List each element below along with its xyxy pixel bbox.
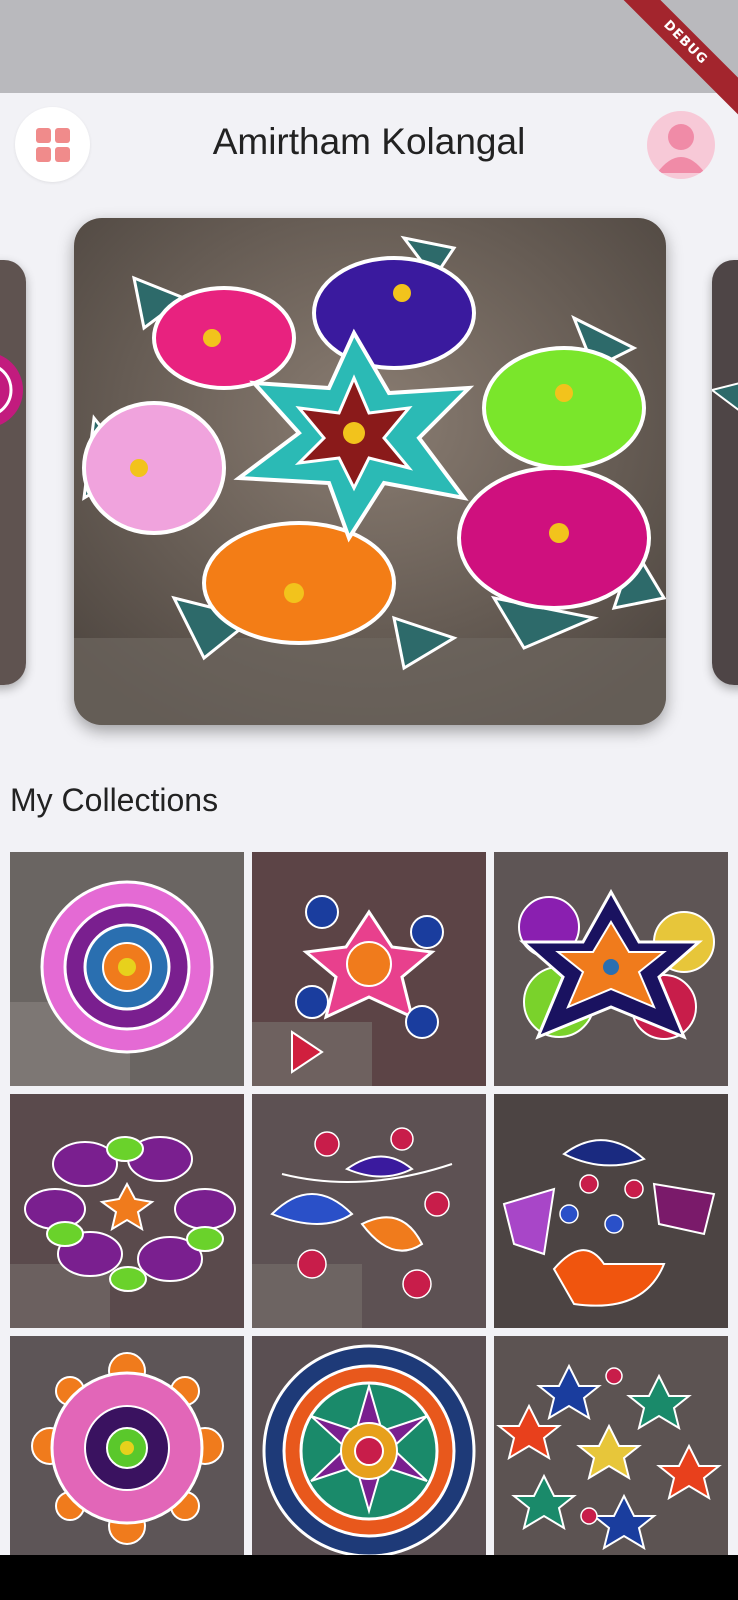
collection-item[interactable]	[494, 1336, 728, 1570]
app-bar: Amirtham Kolangal	[0, 93, 738, 201]
collection-item[interactable]	[252, 1094, 486, 1328]
kolam-thumbnail	[252, 1336, 486, 1570]
collection-item[interactable]	[10, 1094, 244, 1328]
image-carousel[interactable]	[0, 210, 738, 740]
collection-item[interactable]	[494, 1094, 728, 1328]
collection-item[interactable]	[10, 852, 244, 1086]
kolam-thumbnail	[10, 852, 244, 1086]
kolam-thumbnail	[494, 1336, 728, 1570]
carousel-slide-next[interactable]	[712, 260, 738, 685]
page-title: Amirtham Kolangal	[212, 121, 526, 162]
user-avatar-icon	[657, 124, 705, 173]
kolam-image	[74, 218, 666, 725]
kolam-thumbnail	[10, 1094, 244, 1328]
collection-item[interactable]	[10, 1336, 244, 1570]
kolam-thumbnail	[494, 852, 728, 1086]
collection-item[interactable]	[252, 852, 486, 1086]
kolam-thumbnail	[252, 1094, 486, 1328]
section-title: My Collections	[10, 782, 219, 818]
carousel-slide-prev[interactable]	[0, 260, 26, 685]
kolam-thumbnail	[10, 1336, 244, 1570]
profile-button[interactable]	[647, 111, 715, 179]
collection-item[interactable]	[252, 1336, 486, 1570]
kolam-thumbnail	[252, 852, 486, 1086]
status-bar	[0, 0, 738, 93]
kolam-thumbnail	[494, 1094, 728, 1328]
carousel-slide-current[interactable]	[74, 218, 666, 725]
system-navigation-bar	[0, 1555, 738, 1600]
collection-item[interactable]	[494, 852, 728, 1086]
